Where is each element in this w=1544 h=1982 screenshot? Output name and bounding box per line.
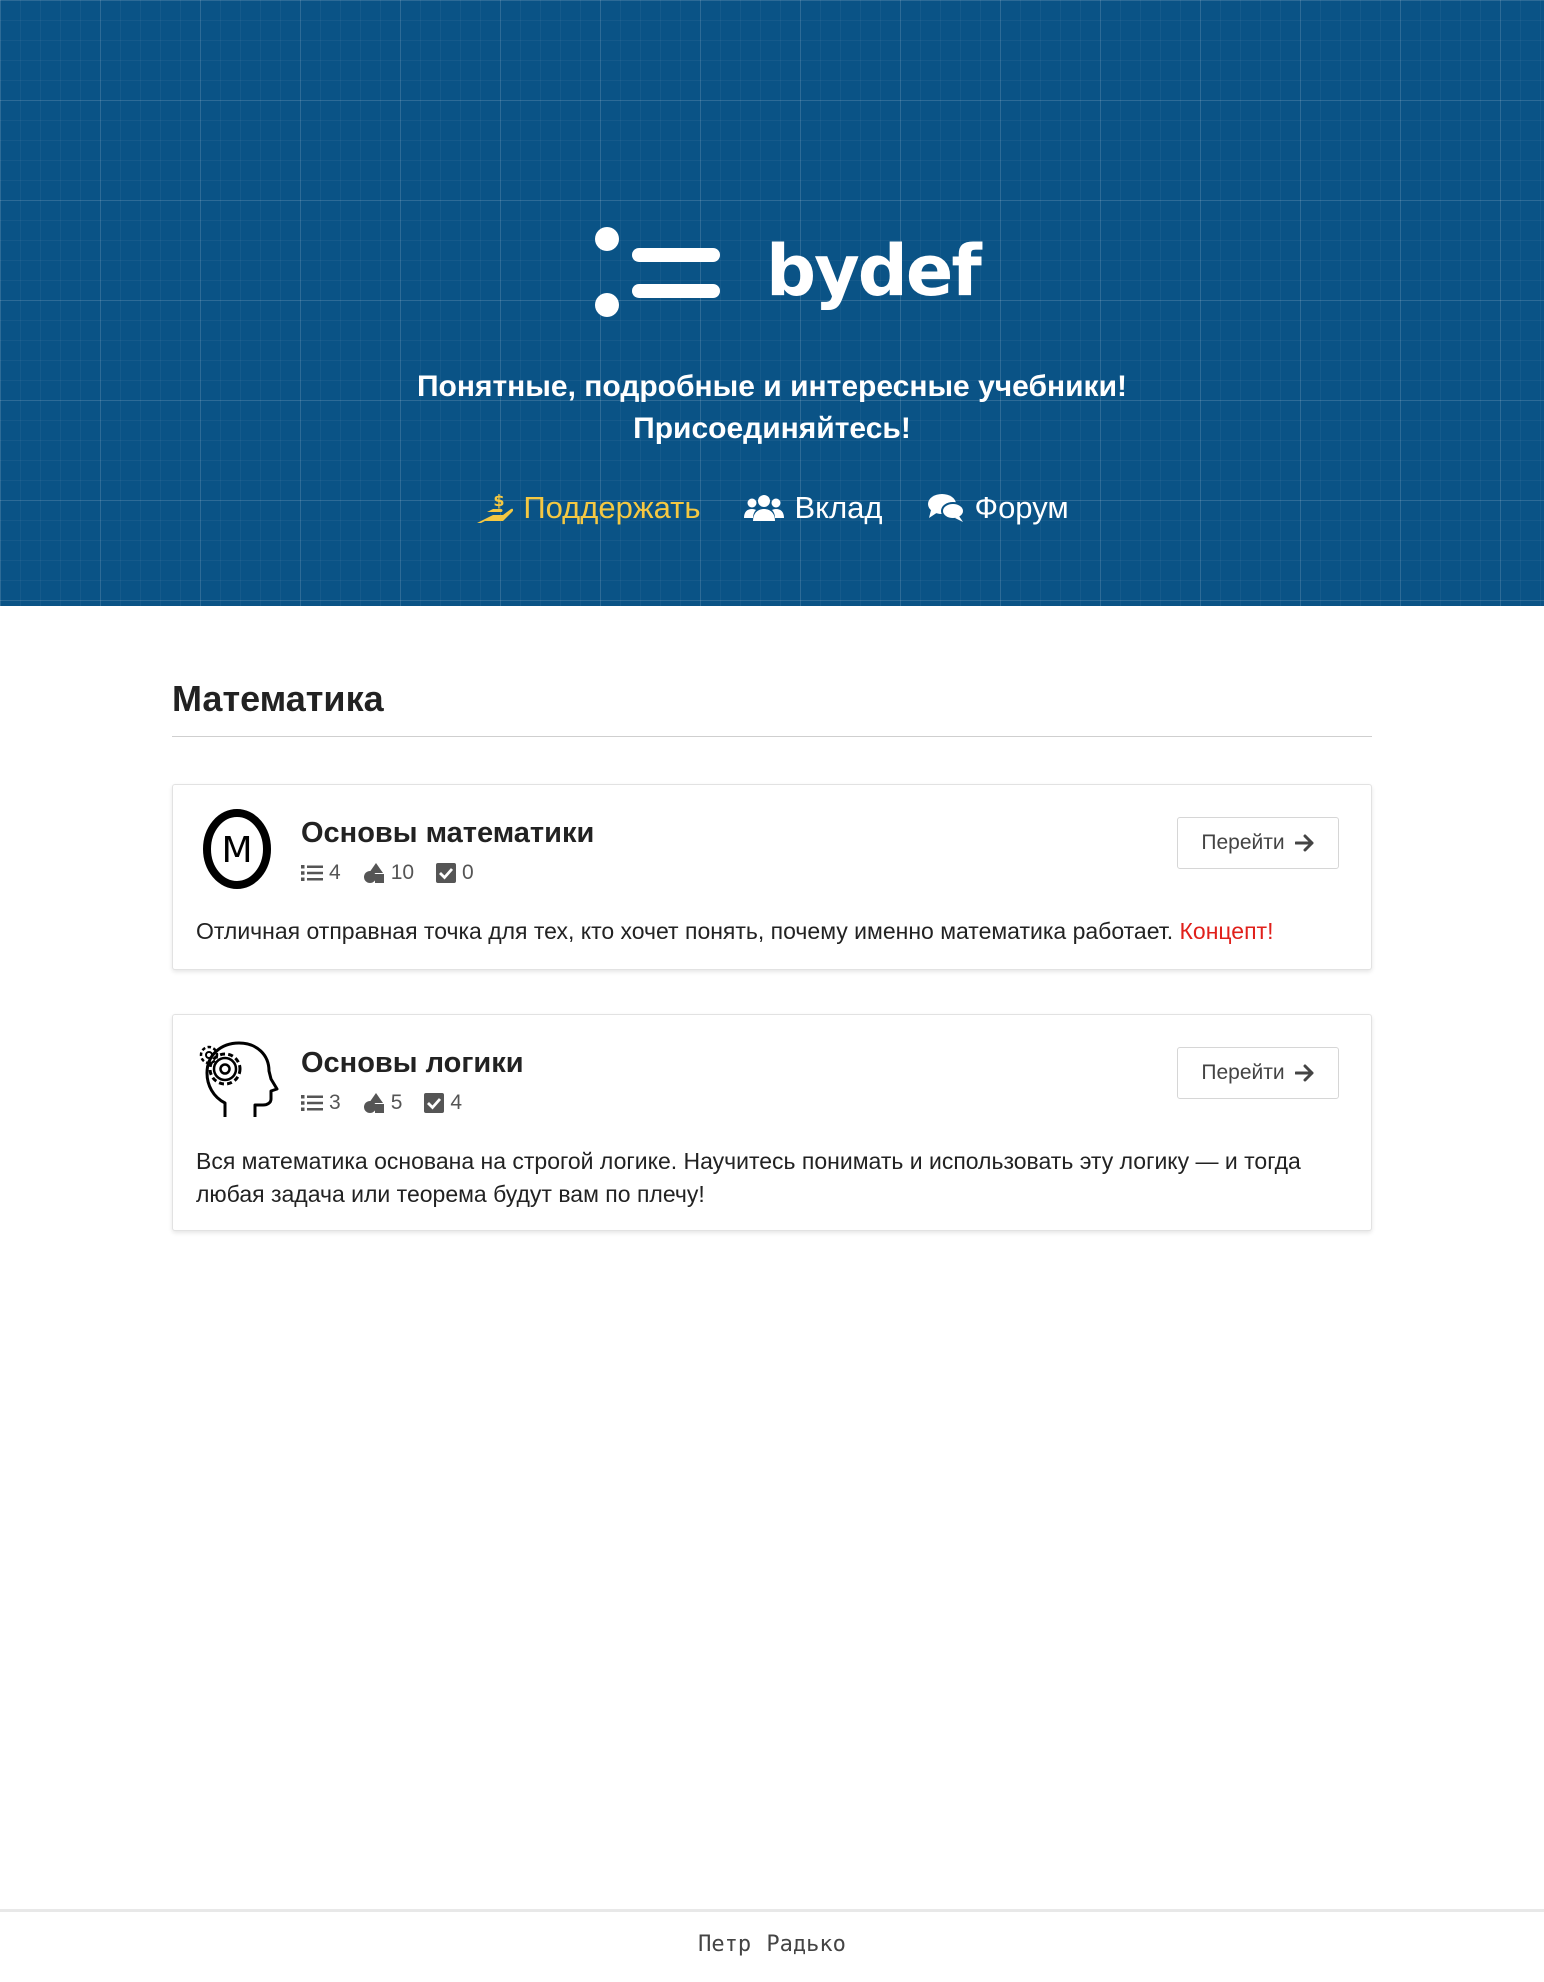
course-stats: 3 5 4 <box>301 1091 462 1115</box>
course-title: Основы логики <box>301 1047 524 1079</box>
course-description: Вся математика основана на строгой логик… <box>196 1145 1339 1211</box>
hero-nav: $ Поддержать Вклад Форум <box>0 490 1544 526</box>
footer-divider <box>0 1909 1544 1912</box>
course-icon-letter: M <box>221 830 252 871</box>
course-description-text: Вся математика основана на строгой логик… <box>196 1148 1301 1207</box>
tasks-stat: 0 <box>436 861 474 885</box>
shapes-count: 5 <box>390 1091 403 1114</box>
go-to-label: Перейти <box>1201 831 1285 854</box>
arrow-right-icon <box>1294 834 1314 852</box>
nav-forum-link[interactable]: Форум <box>927 490 1069 526</box>
nav-support-label: Поддержать <box>523 490 701 525</box>
shapes-icon <box>363 863 384 883</box>
lessons-stat: 3 <box>301 1091 341 1115</box>
arrow-right-icon <box>1294 1064 1314 1082</box>
logo-text: bydef <box>766 230 982 312</box>
course-card: Основы логики 3 5 4 Перейти Вся математи… <box>172 1014 1372 1231</box>
letter-m-circle-icon: M <box>203 809 271 889</box>
course-title: Основы математики <box>301 817 595 849</box>
go-to-label: Перейти <box>1201 1061 1285 1084</box>
nav-forum-label: Форум <box>974 490 1069 525</box>
tasks-count: 0 <box>462 861 474 884</box>
checkbox-icon <box>424 1093 445 1113</box>
site-logo[interactable]: bydef <box>590 225 982 325</box>
lessons-stat: 4 <box>301 861 341 885</box>
lessons-count: 4 <box>329 861 341 884</box>
tagline: Понятные, подробные и интересные учебник… <box>0 366 1544 450</box>
course-description-text: Отличная отправная точка для тех, кто хо… <box>196 918 1174 944</box>
course-stats: 4 10 0 <box>301 861 474 885</box>
tasks-stat: 4 <box>424 1091 462 1115</box>
svg-text:$: $ <box>494 492 505 510</box>
concept-badge: Концепт! <box>1179 918 1274 944</box>
footer-author: Петр Радько <box>698 1932 846 1957</box>
list-icon <box>301 1095 323 1111</box>
shapes-count: 10 <box>390 861 415 884</box>
shapes-stat: 10 <box>363 861 414 885</box>
nav-contribute-label: Вклад <box>794 490 883 525</box>
section-title: Математика <box>172 678 384 719</box>
tagline-line-2: Присоединяйтесь! <box>633 412 911 445</box>
course-description: Отличная отправная точка для тех, кто хо… <box>196 915 1339 948</box>
logo-mark-icon <box>595 227 720 317</box>
users-icon <box>744 495 785 521</box>
shapes-stat: 5 <box>363 1091 403 1115</box>
nav-support-link[interactable]: $ Поддержать <box>475 490 700 526</box>
hero-header: bydef Понятные, подробные и интересные у… <box>0 0 1544 606</box>
hand-coin-icon: $ <box>477 492 514 523</box>
tasks-count: 4 <box>450 1091 463 1114</box>
course-card: M Основы математики 4 10 0 Перейти Отлич… <box>172 784 1372 970</box>
list-icon <box>301 865 323 881</box>
lessons-count: 3 <box>329 1091 341 1114</box>
checkbox-icon <box>436 863 457 883</box>
section-divider <box>172 736 1372 737</box>
shapes-icon <box>363 1093 384 1113</box>
tagline-line-1: Понятные, подробные и интересные учебник… <box>416 370 1128 403</box>
go-to-course-button[interactable]: Перейти <box>1177 817 1339 869</box>
comments-icon <box>927 494 965 522</box>
nav-contribute-link[interactable]: Вклад <box>744 490 883 526</box>
head-gear-icon <box>199 1041 279 1117</box>
go-to-course-button[interactable]: Перейти <box>1177 1047 1339 1099</box>
